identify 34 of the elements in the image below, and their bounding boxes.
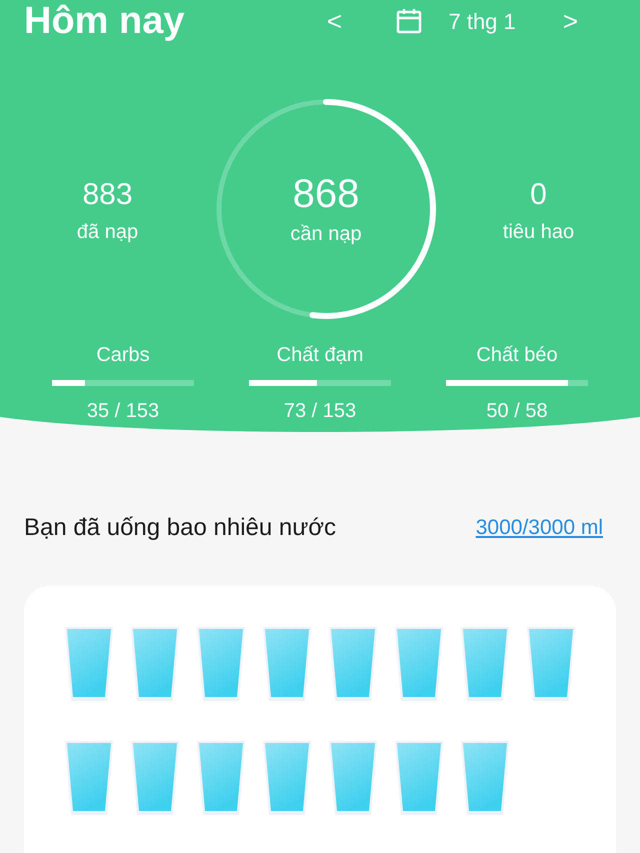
water-glass-icon[interactable] [64,626,114,702]
water-glass-icon[interactable] [130,626,180,702]
water-amount-link[interactable]: 3000/3000 ml [476,512,603,544]
date-label[interactable]: 7 thg 1 [448,4,538,38]
water-glass-icon[interactable] [262,740,312,816]
water-glass-icon[interactable] [262,626,312,702]
next-day-button[interactable]: > [554,2,586,40]
eaten-value: 883 [82,176,133,212]
water-glass-icon[interactable] [394,626,444,702]
water-glass-icon[interactable] [196,740,246,816]
water-glass-icon[interactable] [328,626,378,702]
previous-day-button[interactable]: < [318,2,350,40]
burned-label: tiêu hao [502,220,574,244]
water-question: Bạn đã uống bao nhiêu nước [24,513,336,543]
water-glass-icon[interactable] [526,626,576,702]
macro-reading: 50 / 58 [486,399,548,424]
macro-label: Chất đạm [276,343,364,368]
macro-label: Carbs [96,343,150,368]
eaten-label: đã nạp [76,220,138,244]
water-glass-icon[interactable] [64,740,114,816]
macro-reading: 35 / 153 [86,399,160,424]
water-glass-icon[interactable] [460,626,510,702]
calendar-icon[interactable] [396,8,422,34]
water-glass-icon[interactable] [196,626,246,702]
remaining-label: cần nạp [290,222,362,247]
page-title: Hôm nay [24,2,184,40]
water-glass-icon[interactable] [460,740,510,816]
water-glass-icon[interactable] [130,740,180,816]
macro-reading: 73 / 153 [284,399,356,424]
remaining-value: 868 [292,171,360,218]
water-glass-icon[interactable] [328,740,378,816]
macro-label: Chất béo [476,343,558,368]
burned-value: 0 [530,176,547,212]
water-glass-icon[interactable] [394,740,444,816]
